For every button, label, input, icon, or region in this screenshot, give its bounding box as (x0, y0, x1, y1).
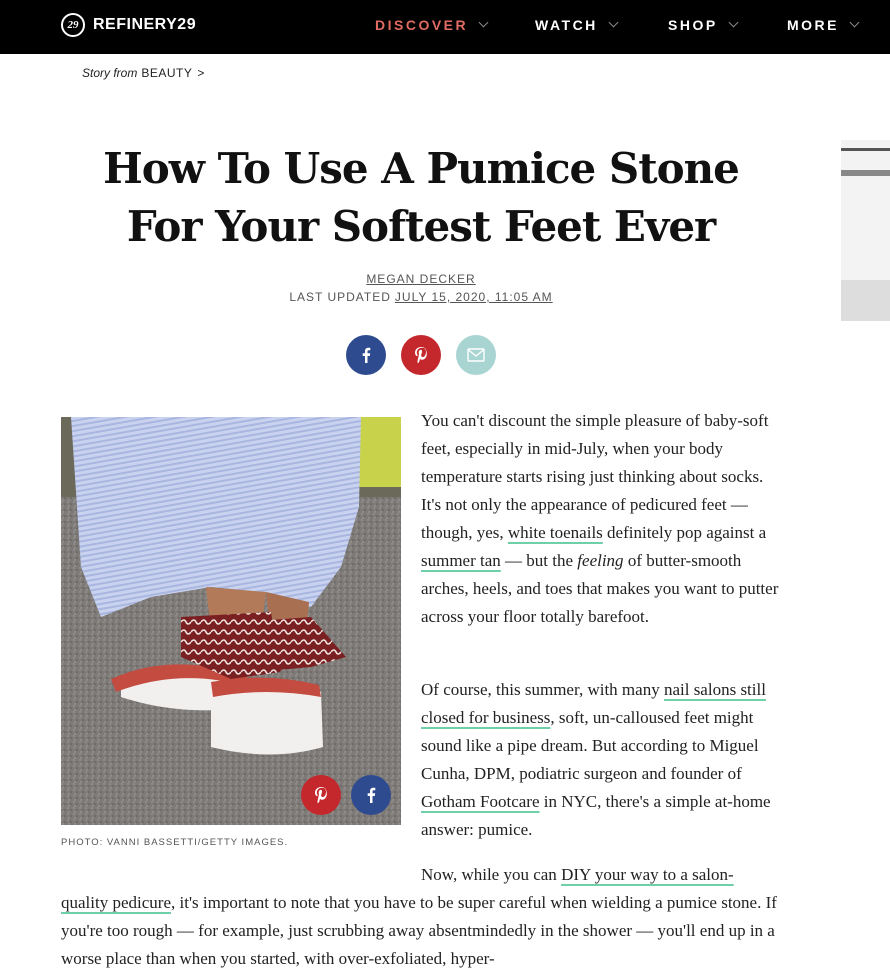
text-span: definitely pop against a (602, 523, 767, 542)
link-white-toenails[interactable]: white toenails (508, 523, 603, 542)
link-diy-pedicure[interactable]: DIY your way to a salon- (561, 865, 734, 884)
last-updated: LAST UPDATED JULY 15, 2020, 11:05 AM (0, 290, 842, 304)
chevron-down-icon (728, 17, 739, 28)
refinery29-logo[interactable]: 29 REFINERY29 (61, 13, 196, 37)
chevron-right-icon: > (197, 66, 205, 80)
share-pinterest-button[interactable] (401, 335, 441, 375)
author-link[interactable]: MEGAN DECKER (0, 272, 842, 286)
text-span: Now, while you can (421, 865, 562, 884)
image-pinterest-button[interactable] (301, 775, 341, 815)
breadcrumb-section[interactable]: BEAUTY (141, 66, 192, 80)
sandals-photo-illustration (61, 417, 401, 825)
breadcrumb-prefix: Story from (82, 66, 138, 80)
link-diy-pedicure-cont[interactable]: quality pedicure (61, 893, 171, 912)
nav-shop[interactable]: SHOP (668, 17, 739, 33)
paragraph-1: You can't discount the simple pleasure o… (421, 407, 786, 631)
image-facebook-button[interactable] (351, 775, 391, 815)
paragraph-3: quality pedicure, it's important to note… (61, 889, 786, 973)
chevron-down-icon (478, 17, 489, 28)
facebook-icon (362, 347, 371, 363)
article-photo (61, 417, 401, 825)
last-updated-label: LAST UPDATED (289, 290, 391, 304)
share-facebook-button[interactable] (346, 335, 386, 375)
breadcrumb[interactable]: Story from BEAUTY > (82, 66, 204, 80)
facebook-icon (367, 787, 376, 803)
nav-more-label: MORE (787, 17, 839, 33)
photo-caption: PHOTO: VANNI BASSETTI/GETTY IMAGES. (61, 837, 289, 848)
pinterest-icon (415, 347, 427, 363)
nav-more[interactable]: MORE (787, 17, 860, 33)
pinterest-icon (315, 787, 327, 803)
email-icon (467, 348, 485, 362)
text-span: Of course, this summer, with many (421, 680, 664, 699)
logo-mark-icon: 29 (61, 13, 85, 37)
article-title: How To Use A Pumice Stone For Your Softe… (103, 144, 740, 251)
link-gotham-footcare[interactable]: Gotham Footcare (421, 792, 540, 811)
link-summer-tan[interactable]: summer tan (421, 551, 501, 570)
top-navigation-bar: 29 REFINERY29 DISCOVER WATCH SHOP MORE (0, 0, 890, 54)
paragraph-2: Of course, this summer, with many nail s… (421, 676, 786, 844)
sidebar-ad-thumbnail[interactable] (841, 140, 890, 321)
text-span: — but the (500, 551, 578, 570)
nav-watch[interactable]: WATCH (535, 17, 619, 33)
nav-discover[interactable]: DISCOVER (375, 17, 489, 33)
updated-date-link[interactable]: JULY 15, 2020, 11:05 AM (395, 290, 553, 304)
nav-shop-label: SHOP (668, 17, 718, 33)
ad-image (841, 140, 890, 321)
paragraph-3-first-line: Now, while you can DIY your way to a sal… (421, 861, 786, 889)
chevron-down-icon (849, 17, 860, 28)
emphasis-feeling: feeling (577, 551, 624, 570)
nav-discover-label: DISCOVER (375, 17, 469, 33)
nav-watch-label: WATCH (535, 17, 598, 33)
chevron-down-icon (608, 17, 619, 28)
logo-text: REFINERY29 (93, 16, 197, 33)
share-email-button[interactable] (456, 335, 496, 375)
